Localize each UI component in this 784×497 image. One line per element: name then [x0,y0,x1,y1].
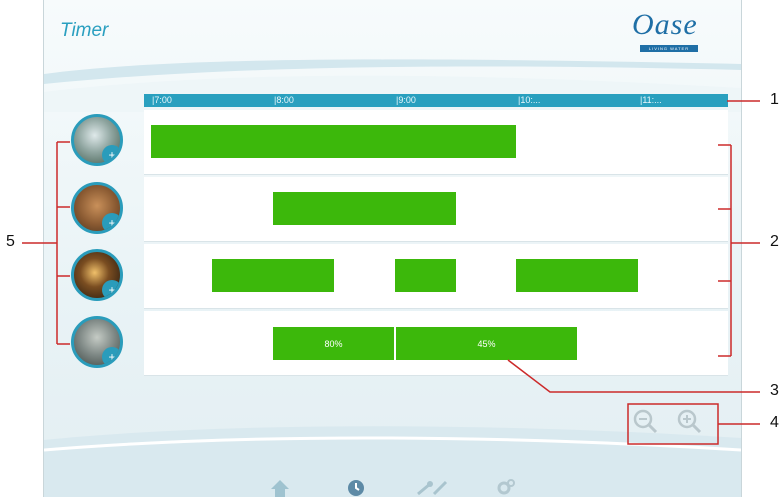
logo-name: Oase [632,8,698,41]
waterfall-avatar[interactable]: + [71,182,123,234]
timeline-tick: |8:00 [274,95,294,105]
time-slot-bar[interactable] [151,125,516,158]
add-icon[interactable]: + [102,347,120,365]
dimmed-slot-bar[interactable]: 80% [273,327,394,360]
timeline-tick: |7:00 [152,95,172,105]
zoom-in-icon[interactable] [676,408,702,434]
rock-avatar[interactable]: + [71,316,123,368]
time-slot-bar[interactable] [395,259,456,292]
timeline-tick: |9:00 [396,95,416,105]
device-timeline-row [144,244,728,309]
callout-label-5: 5 [6,233,15,250]
add-icon[interactable]: + [102,213,120,231]
device-timeline-row [144,110,728,175]
home-icon[interactable] [270,478,290,497]
add-icon[interactable]: + [102,145,120,163]
dimmed-slot-bar[interactable]: 45% [396,327,577,360]
settings-icon[interactable] [496,478,516,497]
oase-logo: Oase LIVING WATER [632,8,741,52]
zoom-out-icon[interactable] [632,408,658,434]
time-slot-bar[interactable] [212,259,334,292]
tools-icon[interactable] [416,478,448,497]
footer-wave [44,426,741,497]
clock-icon[interactable] [346,478,366,497]
callout-label-2: 2 [770,233,779,250]
device-timeline-row: 80% 45% [144,311,728,376]
time-slot-bar[interactable] [516,259,638,292]
time-slot-bar[interactable] [273,192,456,225]
timeline-tick: |10:... [518,95,541,105]
timer-app: Timer Oase LIVING WATER |7:00 |8:00 |9:0… [43,0,742,497]
callout-label-4: 4 [770,414,779,431]
light-avatar[interactable]: + [71,249,123,301]
timeline-header: |7:00 |8:00 |9:00 |10:... |11:... [144,94,728,107]
fountain-avatar[interactable]: + [71,114,123,166]
timeline-tick: |11:... [640,95,662,105]
callout-label-1: 1 [770,91,779,108]
logo-tagline: LIVING WATER [640,45,698,52]
page-title: Timer [60,20,109,41]
add-icon[interactable]: + [102,280,120,298]
callout-label-3: 3 [770,382,779,399]
device-timeline-row [144,177,728,242]
